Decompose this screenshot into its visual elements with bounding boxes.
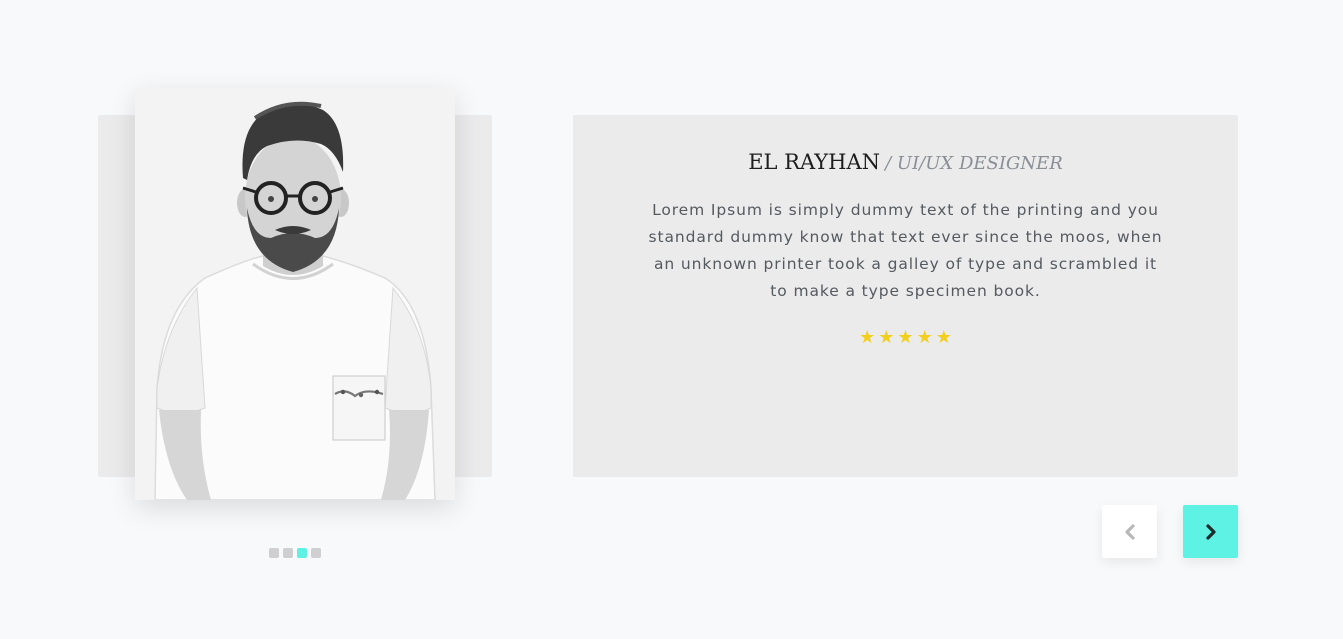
pagination-dot-4[interactable] — [311, 548, 321, 558]
pagination-dot-1[interactable] — [269, 548, 279, 558]
testimonial-heading: EL RAYHAN / UI/UX DESIGNER — [573, 149, 1238, 177]
chevron-left-icon — [1124, 523, 1135, 540]
person-portrait-image — [135, 88, 455, 500]
testimonial-quote: Lorem Ipsum is simply dummy text of the … — [648, 201, 1163, 300]
pagination-dot-3-active[interactable] — [297, 548, 307, 558]
chevron-right-icon — [1205, 523, 1216, 540]
star-icon: ★ — [859, 327, 876, 348]
testimonial-role: / UI/UX DESIGNER — [885, 153, 1063, 174]
testimonial-photo — [135, 88, 455, 500]
testimonial-card: EL RAYHAN / UI/UX DESIGNER Lorem Ipsum i… — [573, 115, 1238, 477]
star-icon: ★ — [935, 327, 952, 348]
carousel-pagination — [269, 548, 321, 558]
next-button[interactable] — [1183, 505, 1238, 558]
star-icon: ★ — [897, 327, 914, 348]
pagination-dot-2[interactable] — [283, 548, 293, 558]
star-icon: ★ — [878, 327, 895, 348]
testimonial-name: EL RAYHAN — [748, 150, 881, 174]
star-rating: ★ ★ ★ ★ ★ — [573, 329, 1238, 347]
star-icon: ★ — [916, 327, 933, 348]
previous-button[interactable] — [1102, 505, 1157, 558]
